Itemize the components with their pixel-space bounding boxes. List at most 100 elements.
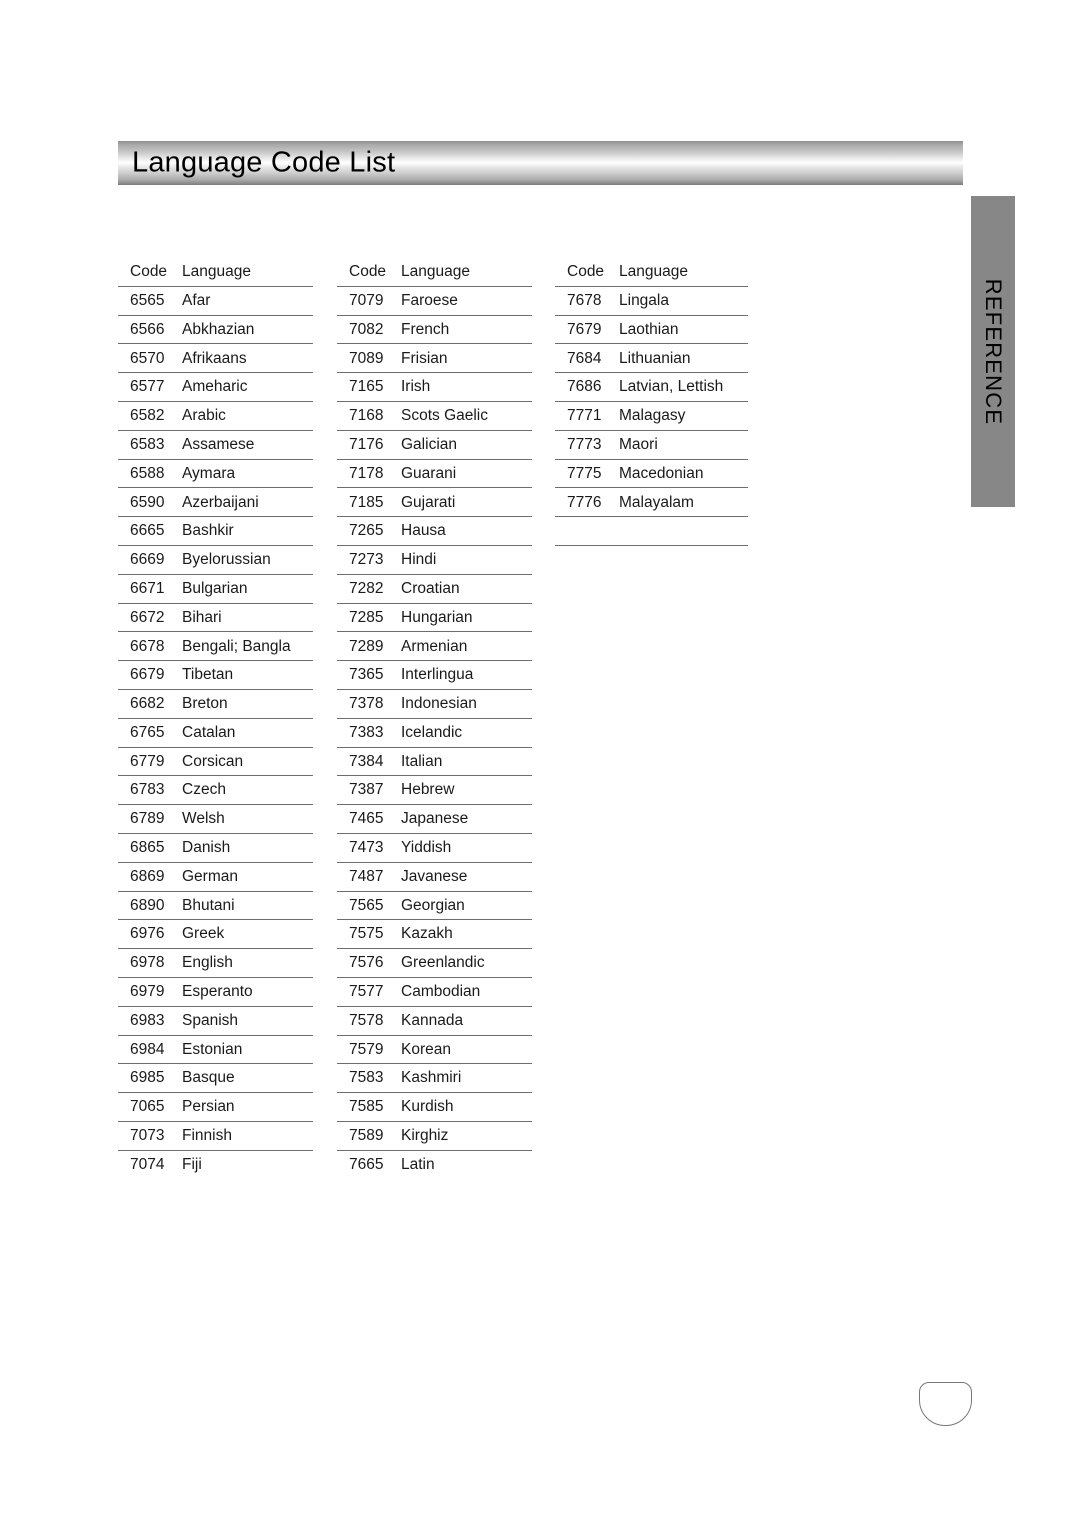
cell-code: 7565 <box>349 896 384 914</box>
language-code-column-3: Code Language 7678 Lingala 7679 Laothian 7684 L… <box>555 258 748 546</box>
cell-language: Bashkir <box>182 522 234 540</box>
table-row: 6976 Greek <box>118 920 313 950</box>
cell-code: 6565 <box>130 291 165 309</box>
table-row: 7576 Greenlandic <box>337 949 532 978</box>
table-row: 7384 Italian <box>337 748 532 777</box>
table-row: 6678 Bengali; Bangla <box>118 632 313 662</box>
table-row: 7176 Galician <box>337 431 532 460</box>
table-row: 6582 Arabic <box>118 402 313 431</box>
table-header-row: Code Language <box>555 258 748 287</box>
cell-code: 7265 <box>349 522 384 540</box>
language-code-column-1: Code Language 6565 Afar 6566 Abkhazian 6570 Afr… <box>118 258 313 1180</box>
table-row: 7578 Kannada <box>337 1007 532 1036</box>
cell-code: 6590 <box>130 493 165 511</box>
cell-language: Malagasy <box>619 407 686 425</box>
cell-language: Armenian <box>401 637 468 655</box>
cell-language: Basque <box>182 1069 235 1087</box>
table-row: 6983 Spanish <box>118 1007 313 1036</box>
cell-code: 6789 <box>130 810 165 828</box>
header-cell-code: Code <box>349 263 387 281</box>
cell-language: Guarani <box>401 464 457 482</box>
cell-code: 7473 <box>349 839 384 857</box>
cell-language: Czech <box>182 781 226 799</box>
cell-code: 6570 <box>130 349 165 367</box>
table-row: 6588 Aymara <box>118 460 313 489</box>
cell-language: Bengali; Bangla <box>182 637 291 655</box>
cell-code: 6672 <box>130 608 165 626</box>
table-row: 7585 Kurdish <box>337 1093 532 1122</box>
cell-code: 7384 <box>349 752 384 770</box>
table-row: 7165 Irish <box>337 373 532 402</box>
cell-language: Tibetan <box>182 666 234 684</box>
cell-language: Javanese <box>401 867 468 885</box>
cell-language: Bulgarian <box>182 579 248 597</box>
table-row: 7265 Hausa <box>337 517 532 546</box>
cell-code: 7575 <box>349 925 384 943</box>
cell-code: 7775 <box>567 464 602 482</box>
table-row: 7387 Hebrew <box>337 776 532 806</box>
cell-language: Aymara <box>182 464 236 482</box>
cell-code: 6566 <box>130 320 165 338</box>
cell-language: Welsh <box>182 810 225 828</box>
cell-language: Breton <box>182 695 228 713</box>
cell-code: 7583 <box>349 1069 384 1087</box>
table-row: 6765 Catalan <box>118 719 313 748</box>
cell-code: 6890 <box>130 896 165 914</box>
cell-code: 7589 <box>349 1127 384 1145</box>
header-cell-language: Language <box>619 263 688 281</box>
table-row: 7565 Georgian <box>337 892 532 921</box>
cell-code: 6985 <box>130 1069 165 1087</box>
cell-code: 7079 <box>349 291 384 309</box>
table-row: 6590 Azerbaijani <box>118 488 313 518</box>
page-title-bar: Language Code List <box>118 141 963 185</box>
table-row: 6890 Bhutani <box>118 892 313 921</box>
cell-language: Indonesian <box>401 695 477 713</box>
table-row: 6978 English <box>118 949 313 978</box>
cell-language: Irish <box>401 378 431 396</box>
cell-code: 6783 <box>130 781 165 799</box>
cell-language: Malayalam <box>619 493 694 511</box>
cell-language: Greek <box>182 925 225 943</box>
cell-language: Estonian <box>182 1040 243 1058</box>
cell-code: 7776 <box>567 493 602 511</box>
cell-code: 7585 <box>349 1098 384 1116</box>
table-row: 7773 Maori <box>555 431 748 460</box>
cell-language: Faroese <box>401 291 458 309</box>
cell-code: 6984 <box>130 1040 165 1058</box>
cell-language: Esperanto <box>182 983 253 1001</box>
table-row: 6869 German <box>118 863 313 892</box>
cell-language: Kirghiz <box>401 1127 449 1145</box>
cell-code: 6765 <box>130 723 165 741</box>
table-row: 6565 Afar <box>118 287 313 316</box>
table-row: 7285 Hungarian <box>337 604 532 633</box>
cell-language: Azerbaijani <box>182 493 259 511</box>
table-row: 7473 Yiddish <box>337 834 532 863</box>
cell-language: Byelorussian <box>182 551 271 569</box>
cell-language: Greenlandic <box>401 954 485 972</box>
table-row: 6979 Esperanto <box>118 978 313 1007</box>
table-row: 6865 Danish <box>118 834 313 863</box>
table-row: 7289 Armenian <box>337 632 532 662</box>
cell-code: 7289 <box>349 637 384 655</box>
cell-language: Catalan <box>182 723 236 741</box>
cell-language: Spanish <box>182 1011 239 1029</box>
cell-language: Latvian, Lettish <box>619 378 724 396</box>
cell-code: 6678 <box>130 637 165 655</box>
table-row <box>555 517 748 546</box>
table-row: 6679 Tibetan <box>118 661 313 690</box>
cell-language: English <box>182 954 233 972</box>
table-row: 7465 Japanese <box>337 805 532 834</box>
cell-code: 7684 <box>567 349 602 367</box>
table-row: 7771 Malagasy <box>555 402 748 431</box>
cell-code: 7074 <box>130 1156 165 1174</box>
table-row: 7065 Persian <box>118 1093 313 1122</box>
cell-language: Georgian <box>401 896 465 914</box>
cell-language: Cambodian <box>401 983 481 1001</box>
cell-code: 6979 <box>130 983 165 1001</box>
table-row: 6985 Basque <box>118 1064 313 1094</box>
table-row: 7684 Lithuanian <box>555 344 748 374</box>
table-row: 7273 Hindi <box>337 546 532 575</box>
table-row: 7073 Finnish <box>118 1122 313 1151</box>
table-row: 7665 Latin <box>337 1151 532 1180</box>
cell-code: 6978 <box>130 954 165 972</box>
